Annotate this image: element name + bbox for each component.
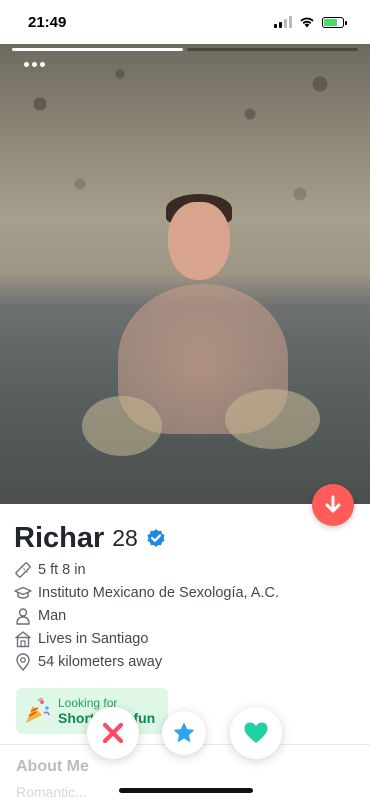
verified-badge-icon[interactable] bbox=[146, 528, 166, 548]
name-row: Richar 28 bbox=[14, 518, 354, 558]
gender-text: Man bbox=[38, 607, 67, 624]
lives-in-text: Lives in Santiago bbox=[38, 630, 149, 647]
photo-progress-segment[interactable] bbox=[187, 48, 358, 51]
detail-school: Instituto Mexicano de Sexología, A.C. bbox=[14, 581, 354, 604]
ruler-icon bbox=[15, 561, 31, 578]
profile-age: 28 bbox=[112, 524, 138, 551]
signal-icon bbox=[274, 16, 292, 28]
arrow-down-icon bbox=[325, 495, 341, 513]
party-popper-icon bbox=[26, 697, 50, 723]
close-icon bbox=[102, 722, 124, 744]
about-me-preview: Romantic... bbox=[16, 784, 87, 800]
detail-height: 5 ft 8 in bbox=[14, 558, 354, 581]
photo-subject-face bbox=[168, 202, 230, 280]
star-icon bbox=[174, 723, 194, 742]
person-icon bbox=[16, 607, 30, 625]
photo-subject-knee bbox=[82, 396, 162, 456]
status-bar: 21:49 bbox=[0, 0, 370, 44]
battery-icon bbox=[322, 16, 347, 28]
like-button[interactable] bbox=[230, 707, 282, 759]
wifi-icon bbox=[300, 17, 314, 28]
profile-photo[interactable] bbox=[0, 44, 370, 504]
graduation-cap-icon bbox=[14, 586, 32, 599]
location-pin-icon bbox=[16, 652, 30, 671]
profile-name: Richar bbox=[14, 521, 105, 554]
photo-progress-segment-active[interactable] bbox=[12, 48, 183, 51]
profile-info: Richar 28 5 ft 8 in Instituto Mexicano d… bbox=[14, 518, 354, 673]
detail-distance: 54 kilometers away bbox=[14, 650, 354, 673]
home-icon bbox=[15, 630, 31, 647]
nope-button[interactable] bbox=[87, 707, 139, 759]
photo-progress-bars bbox=[12, 48, 358, 51]
status-icons bbox=[274, 16, 347, 28]
more-dots-icon[interactable] bbox=[24, 62, 45, 67]
super-like-button[interactable] bbox=[162, 711, 206, 755]
detail-lives-in: Lives in Santiago bbox=[14, 627, 354, 650]
detail-gender: Man bbox=[14, 604, 354, 627]
school-text: Instituto Mexicano de Sexología, A.C. bbox=[38, 584, 279, 601]
home-indicator[interactable] bbox=[119, 788, 253, 793]
heart-icon bbox=[244, 722, 268, 743]
distance-text: 54 kilometers away bbox=[38, 653, 163, 670]
height-text: 5 ft 8 in bbox=[38, 561, 86, 578]
status-time: 21:49 bbox=[28, 13, 67, 31]
about-me-title: About Me bbox=[16, 758, 89, 775]
photo-subject-knee bbox=[225, 389, 320, 449]
